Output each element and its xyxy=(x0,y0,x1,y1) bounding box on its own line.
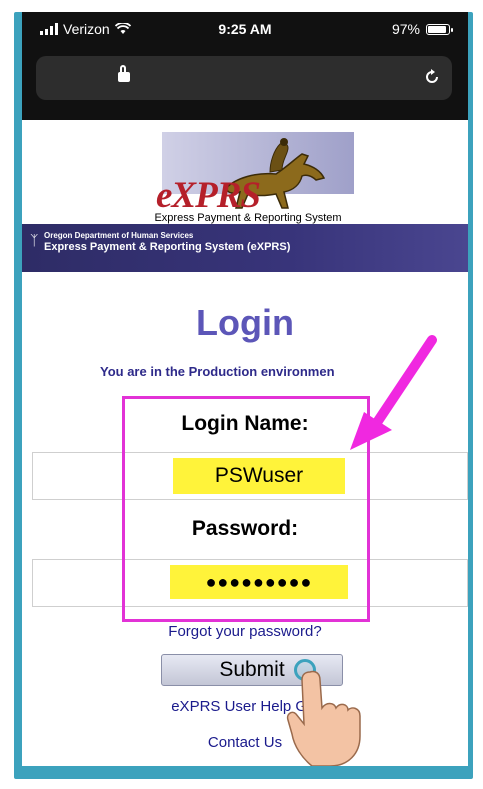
status-bar: Verizon 9:25 AM 97% xyxy=(22,12,468,50)
battery-fill xyxy=(428,25,446,33)
lock-icon xyxy=(118,65,130,82)
browser-toolbar xyxy=(22,50,468,120)
pointer-arrow-icon xyxy=(350,335,437,450)
banner-org: Oregon Department of Human Services xyxy=(44,231,194,240)
figure-icon: ᛉ xyxy=(30,232,39,248)
battery-percent: 97% xyxy=(391,21,420,37)
reload-icon[interactable] xyxy=(423,68,441,86)
environment-notice: You are in the Production environmen xyxy=(100,364,335,379)
banner-system: Express Payment & Reporting System (eXPR… xyxy=(44,241,291,253)
exprs-logo: eXPRS Express Payment & Reporting System xyxy=(146,132,354,230)
logo-wordmark: eXPRS xyxy=(156,175,261,216)
battery-icon xyxy=(426,23,453,35)
phone-screen: Verizon 9:25 AM 97% eXPRS Express Paymen… xyxy=(22,12,468,766)
status-right: 97% xyxy=(391,21,453,37)
screenshot-frame: Verizon 9:25 AM 97% eXPRS Express Paymen… xyxy=(0,0,483,789)
site-banner: ᛉ Oregon Department of Human Services Ex… xyxy=(22,224,468,272)
forgot-password-link[interactable]: Forgot your password? xyxy=(22,623,468,640)
address-bar[interactable] xyxy=(36,56,452,100)
logo-subtitle: Express Payment & Reporting System xyxy=(154,212,342,224)
hand-pointer-icon xyxy=(286,670,361,766)
